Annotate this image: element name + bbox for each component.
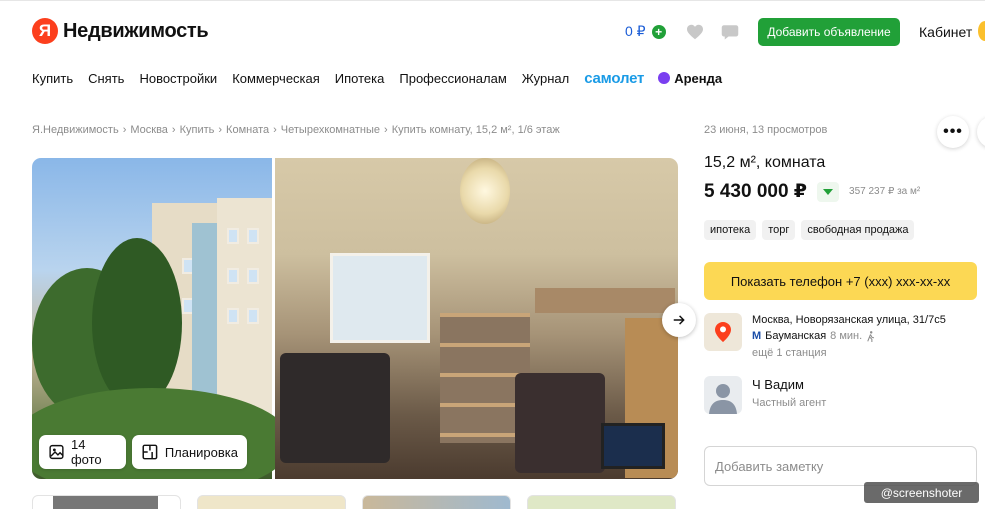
image-icon <box>49 444 64 460</box>
price-per-m2: 357 237 ₽ за м² <box>849 186 921 197</box>
nav-arenda-label: Аренда <box>674 70 723 86</box>
more-options-button[interactable]: ••• <box>937 116 969 148</box>
floor-plan-button[interactable]: Планировка <box>132 435 247 469</box>
breadcrumb-current: Купить комнату, 15,2 м², 1/6 этаж <box>391 124 560 136</box>
breadcrumb: Я.Недвижимость › Москва › Купить › Комната ›… <box>32 124 560 136</box>
metro-station: Бауманская <box>765 330 827 342</box>
breadcrumb-item[interactable]: Москва <box>130 124 168 136</box>
room-photo[interactable] <box>275 158 678 479</box>
nav-professionals[interactable]: Профессионалам <box>399 71 506 86</box>
agent-name: Ч Вадим <box>752 377 804 392</box>
breadcrumb-item[interactable]: Купить <box>180 124 215 136</box>
nav-mortgage[interactable]: Ипотека <box>335 71 385 86</box>
map-pin-icon <box>715 322 731 342</box>
walking-icon <box>867 330 875 342</box>
thumbnail[interactable] <box>362 495 511 509</box>
tag-mortgage: ипотека <box>704 220 757 240</box>
agent-role: Частный агент <box>752 397 827 409</box>
window <box>227 228 239 244</box>
nav-newbuildings[interactable]: Новостройки <box>139 71 217 86</box>
add-listing-button[interactable]: Добавить объявление <box>758 18 900 46</box>
tag-free-sale: свободная продажа <box>801 220 915 240</box>
thumbnail[interactable] <box>32 495 181 509</box>
all-photos-label: 14 фото <box>70 437 102 467</box>
breadcrumb-separator: › <box>122 124 127 136</box>
more-stations-link[interactable]: ещё 1 станция <box>752 347 827 359</box>
watermark: @screenshoter <box>864 482 979 503</box>
breadcrumb-separator: › <box>384 124 388 136</box>
next-photo-button[interactable] <box>662 303 696 337</box>
window <box>227 268 239 284</box>
all-photos-button[interactable]: 14 фото <box>39 435 126 469</box>
nav-buy[interactable]: Купить <box>32 71 73 86</box>
share-button[interactable] <box>977 116 985 148</box>
price-down-icon <box>823 188 834 195</box>
nav-journal[interactable]: Журнал <box>522 71 569 86</box>
wallet[interactable]: 0 ₽ + <box>625 23 666 40</box>
clutter <box>280 353 390 463</box>
show-phone-button[interactable]: Показать телефон +7 (ххх) ххх-хх-хх <box>704 262 977 300</box>
clutter <box>515 373 605 473</box>
photo-gallery[interactable]: 14 фото Планировка <box>32 158 678 479</box>
price-row: 5 430 000 ₽ 357 237 ₽ за м² <box>704 180 920 203</box>
arrow-right-icon <box>673 315 685 325</box>
boxes <box>535 288 675 313</box>
cabinet-link[interactable]: Кабинет <box>919 24 972 40</box>
metro-icon: М <box>752 330 762 342</box>
thumbnail[interactable] <box>197 495 346 509</box>
room-window <box>330 253 430 343</box>
chat-icon[interactable] <box>721 23 739 41</box>
window <box>247 228 259 244</box>
arenda-icon <box>658 72 671 84</box>
heart-icon[interactable] <box>686 24 704 40</box>
thumbnail[interactable] <box>527 495 676 509</box>
breadcrumb-separator: › <box>171 124 176 136</box>
user-avatar-icon[interactable] <box>978 21 985 41</box>
chandelier <box>460 158 510 224</box>
price-history-button[interactable] <box>817 181 840 202</box>
yandex-logo-icon: Я <box>32 18 58 44</box>
floor-plan-label: Планировка <box>164 444 238 460</box>
window <box>247 308 259 324</box>
tag-bargain: торг <box>762 220 796 240</box>
breadcrumb-item[interactable]: Четырехкомнатные <box>281 124 380 136</box>
map-thumbnail[interactable] <box>704 313 742 351</box>
metro-info: М Бауманская 8 мин. <box>752 330 875 342</box>
breadcrumb-separator: › <box>218 124 223 136</box>
top-divider <box>0 0 985 4</box>
listing-meta: 23 июня, 13 просмотров <box>704 124 828 136</box>
logo-text: Недвижимость <box>63 19 209 42</box>
nav-rent[interactable]: Снять <box>88 71 124 86</box>
breadcrumb-item[interactable]: Комната <box>226 124 269 136</box>
floor-plan-icon <box>142 444 158 460</box>
nav-arenda[interactable]: Аренда <box>658 71 722 86</box>
related-thumbnails <box>32 495 676 509</box>
tree <box>92 238 182 408</box>
main-nav: Купить Снять Новостройки Коммерческая Ип… <box>32 68 722 88</box>
plus-icon: + <box>651 24 666 39</box>
window <box>227 308 239 324</box>
logo[interactable]: Я Недвижимость <box>32 18 209 44</box>
note-input[interactable] <box>704 446 977 486</box>
listing-title: 15,2 м², комната <box>704 154 826 171</box>
nav-samolet[interactable]: самолет <box>584 70 644 87</box>
metro-time: 8 мин. <box>830 330 863 342</box>
breadcrumb-separator: › <box>273 124 277 136</box>
header: Я Недвижимость 0 ₽ + Добавить объявление… <box>0 14 985 50</box>
address[interactable]: Москва, Новорязанская улица, 31/7с5 <box>752 314 946 326</box>
breadcrumb-item[interactable]: Я.Недвижимость <box>32 124 119 136</box>
watermark-text: @screenshoter <box>880 485 963 500</box>
wallet-balance: 0 ₽ <box>625 23 646 39</box>
building-photo[interactable] <box>32 158 292 479</box>
window <box>247 268 259 284</box>
agent-avatar <box>704 376 742 414</box>
listing-price: 5 430 000 ₽ <box>704 181 808 202</box>
nav-commercial[interactable]: Коммерческая <box>232 71 320 86</box>
laptop <box>601 423 665 469</box>
listing-tags: ипотека торг свободная продажа <box>704 220 915 240</box>
person-icon <box>709 384 737 414</box>
